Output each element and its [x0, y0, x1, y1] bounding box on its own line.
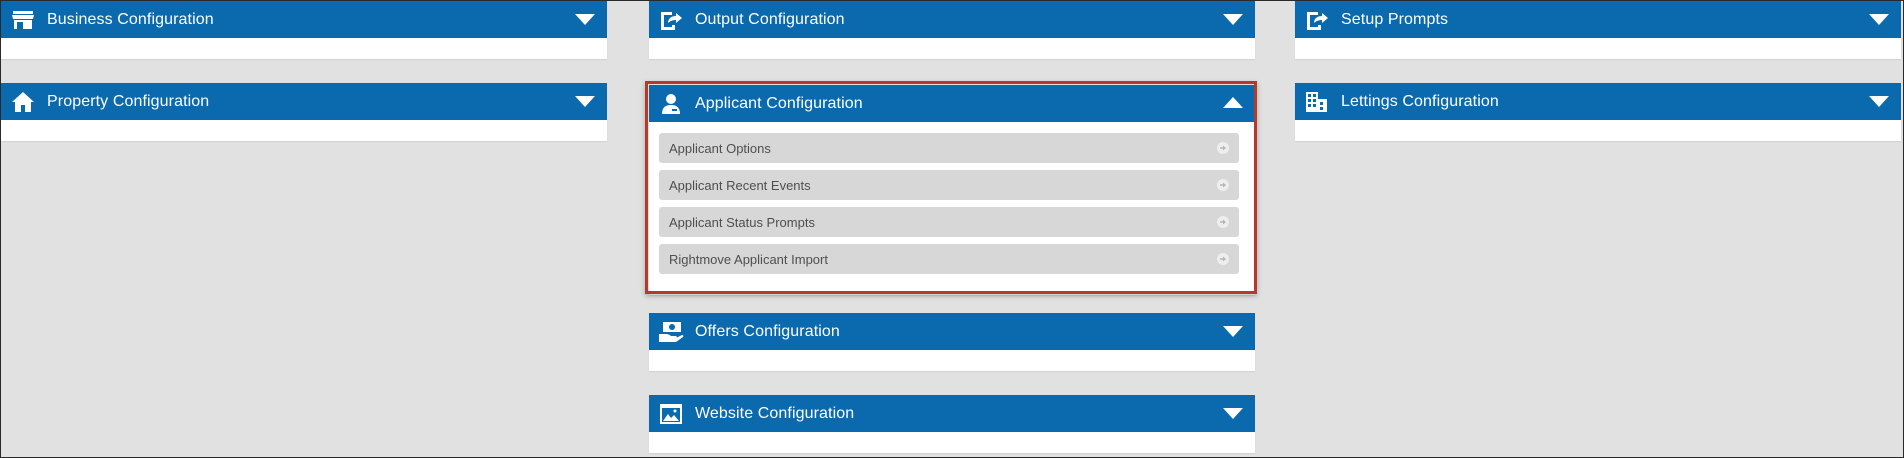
house-icon [10, 89, 36, 115]
panel-website-configuration: Website Configuration [649, 395, 1255, 453]
panel-body [649, 350, 1255, 371]
panel-title: Website Configuration [695, 404, 855, 422]
panel-output-configuration: Output Configuration [649, 1, 1255, 59]
panel-title: Lettings Configuration [1341, 92, 1499, 110]
panel-property-configuration: Property Configuration [1, 83, 607, 141]
panel-title: Applicant Configuration [695, 94, 863, 112]
export-icon [1304, 7, 1330, 33]
panel-title: Setup Prompts [1341, 10, 1449, 28]
chevron-down-icon[interactable] [575, 14, 595, 25]
configuration-page: Business Configuration Property Configur… [0, 0, 1904, 458]
arrow-right-circle-icon [1217, 142, 1229, 154]
submenu-item-rightmove-applicant-import[interactable]: Rightmove Applicant Import [659, 244, 1239, 274]
website-icon [658, 401, 684, 427]
panel-business-configuration: Business Configuration [1, 1, 607, 59]
chevron-down-icon[interactable] [1869, 96, 1889, 107]
panel-body [1295, 120, 1901, 141]
panel-title: Business Configuration [47, 10, 214, 28]
panel-setup-prompts: Setup Prompts [1295, 1, 1901, 59]
chevron-up-icon[interactable] [1223, 97, 1243, 108]
panel-lettings-configuration: Lettings Configuration [1295, 83, 1901, 141]
chevron-down-icon[interactable] [1223, 326, 1243, 337]
panel-body [649, 432, 1255, 453]
panel-header-property-configuration[interactable]: Property Configuration [1, 83, 607, 120]
submenu-item-applicant-recent-events[interactable]: Applicant Recent Events [659, 170, 1239, 200]
arrow-right-circle-icon [1217, 216, 1229, 228]
chevron-down-icon[interactable] [575, 96, 595, 107]
panel-body [649, 38, 1255, 59]
panel-title: Offers Configuration [695, 322, 840, 340]
panel-body [1295, 38, 1901, 59]
user-icon [658, 91, 684, 117]
panel-header-applicant-configuration[interactable]: Applicant Configuration [649, 85, 1255, 122]
panel-title: Output Configuration [695, 10, 845, 28]
building-icon [1304, 89, 1330, 115]
applicant-submenu: Applicant Options Applicant Recent Event… [649, 122, 1255, 295]
store-icon [10, 7, 36, 33]
chevron-down-icon[interactable] [1223, 14, 1243, 25]
panel-title: Property Configuration [47, 92, 210, 110]
submenu-item-applicant-options[interactable]: Applicant Options [659, 133, 1239, 163]
submenu-item-applicant-status-prompts[interactable]: Applicant Status Prompts [659, 207, 1239, 237]
panel-body [1, 38, 607, 59]
panel-header-output-configuration[interactable]: Output Configuration [649, 1, 1255, 38]
panel-header-setup-prompts[interactable]: Setup Prompts [1295, 1, 1901, 38]
arrow-right-circle-icon [1217, 179, 1229, 191]
submenu-item-label: Rightmove Applicant Import [669, 251, 828, 267]
panel-header-website-configuration[interactable]: Website Configuration [649, 395, 1255, 432]
submenu-item-label: Applicant Recent Events [669, 177, 811, 193]
chevron-down-icon[interactable] [1869, 14, 1889, 25]
chevron-down-icon[interactable] [1223, 408, 1243, 419]
panel-body [1, 120, 607, 141]
submenu-item-label: Applicant Options [669, 140, 771, 156]
arrow-right-circle-icon [1217, 253, 1229, 265]
panel-header-lettings-configuration[interactable]: Lettings Configuration [1295, 83, 1901, 120]
export-icon [658, 7, 684, 33]
panel-header-business-configuration[interactable]: Business Configuration [1, 1, 607, 38]
submenu-item-label: Applicant Status Prompts [669, 214, 815, 230]
panel-offers-configuration: Offers Configuration [649, 313, 1255, 371]
panel-header-offers-configuration[interactable]: Offers Configuration [649, 313, 1255, 350]
panel-applicant-configuration: Applicant Configuration Applicant Option… [649, 85, 1255, 295]
money-hand-icon [658, 319, 684, 345]
